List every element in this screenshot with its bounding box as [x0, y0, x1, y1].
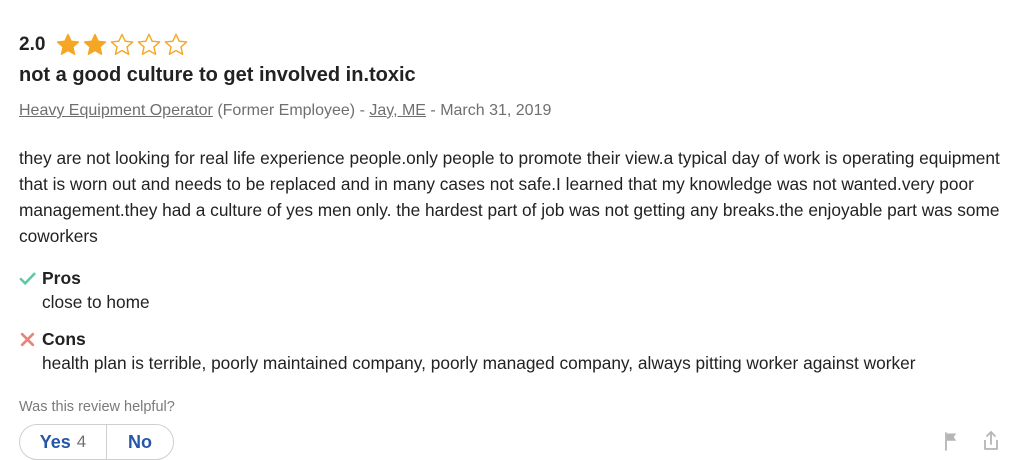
location-link[interactable]: Jay, ME	[369, 102, 426, 119]
share-icon[interactable]	[981, 430, 1001, 452]
cons-section: Cons health plan is terrible, poorly mai…	[19, 327, 915, 374]
no-vote-button[interactable]: No	[107, 425, 173, 459]
review-meta: Heavy Equipment Operator (Former Employe…	[19, 102, 551, 120]
review-date: March 31, 2019	[440, 102, 552, 119]
employment-status: (Former Employee)	[217, 102, 356, 119]
review-text: they are not looking for real life exper…	[19, 148, 1000, 246]
star-rating	[55, 32, 189, 58]
pros-text: close to home	[42, 292, 150, 312]
job-title-link[interactable]: Heavy Equipment Operator	[19, 102, 213, 119]
review-title: not a good culture to get involved in.to…	[19, 64, 416, 86]
yes-count: 4	[76, 432, 87, 451]
meta-separator: -	[425, 102, 441, 119]
pros-label: Pros	[42, 267, 81, 288]
helpful-vote-group: Yes 4 No	[19, 424, 174, 460]
star-filled-icon	[57, 33, 80, 55]
star-empty-icon	[165, 33, 188, 56]
flag-icon[interactable]	[941, 430, 961, 452]
x-mark-icon	[20, 332, 35, 346]
star-filled-icon	[84, 33, 107, 55]
no-label: No	[128, 431, 152, 452]
pros-section: Pros close to home	[19, 266, 150, 313]
rating-row: 2.0	[19, 31, 189, 59]
checkmark-icon	[19, 272, 36, 285]
rating-value: 2.0	[19, 34, 46, 55]
star-empty-icon	[111, 33, 134, 56]
review-card: 2.0 not a good culture to get involved i…	[19, 0, 1009, 460]
meta-separator: -	[355, 102, 370, 119]
star-empty-icon	[138, 33, 161, 56]
yes-vote-button[interactable]: Yes 4	[20, 425, 107, 459]
cons-label: Cons	[42, 328, 86, 349]
helpful-question: Was this review helpful?	[19, 399, 175, 415]
cons-text: health plan is terrible, poorly maintain…	[42, 353, 916, 373]
yes-label: Yes	[39, 431, 71, 452]
